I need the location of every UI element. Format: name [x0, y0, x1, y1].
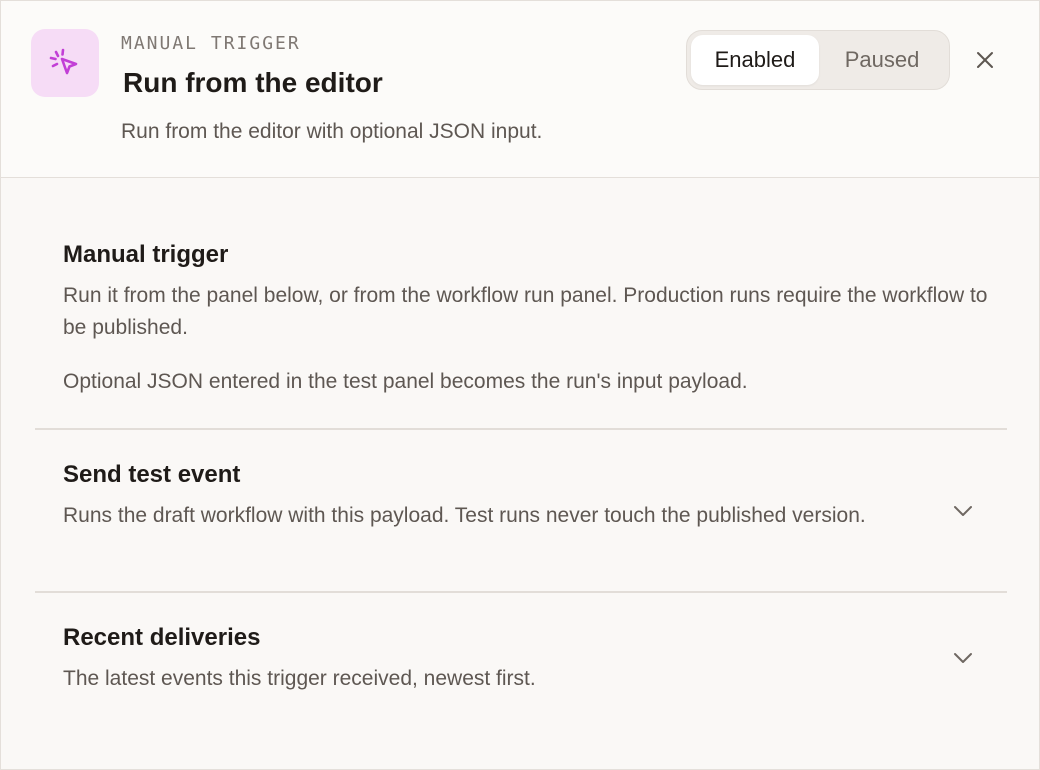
divider — [35, 591, 1007, 593]
divider — [35, 428, 1007, 430]
expand-recent-deliveries-button[interactable] — [945, 640, 981, 676]
paused-option[interactable]: Paused — [819, 35, 945, 85]
section-note: Optional JSON entered in the test panel … — [63, 370, 748, 393]
close-button[interactable] — [967, 42, 1003, 78]
expand-send-test-event-button[interactable] — [945, 493, 981, 529]
section-title: Recent deliveries — [63, 624, 261, 651]
page-subtitle: Run from the editor with optional JSON i… — [121, 120, 543, 143]
trigger-type-label: MANUAL TRIGGER — [121, 33, 301, 54]
section-title: Manual trigger — [63, 241, 229, 268]
chevron-down-icon — [954, 506, 972, 516]
page-title: Run from the editor — [123, 67, 383, 98]
chevron-down-icon — [954, 653, 972, 663]
section-description: The latest events this trigger received,… — [63, 667, 536, 690]
section-title: Send test event — [63, 461, 241, 488]
close-icon — [977, 52, 993, 68]
section-description: Run it from the panel below, or from the… — [63, 284, 988, 339]
trigger-settings-panel: MANUAL TRIGGER Run from the editor Run f… — [0, 0, 1040, 770]
section-description: Runs the draft workflow with this payloa… — [63, 504, 866, 527]
panel-header: MANUAL TRIGGER Run from the editor Run f… — [1, 1, 1039, 178]
enabled-option[interactable]: Enabled — [691, 35, 819, 85]
trigger-icon-badge — [31, 29, 99, 97]
cursor-click-icon — [49, 48, 78, 75]
status-toggle: Enabled Paused — [686, 30, 950, 90]
